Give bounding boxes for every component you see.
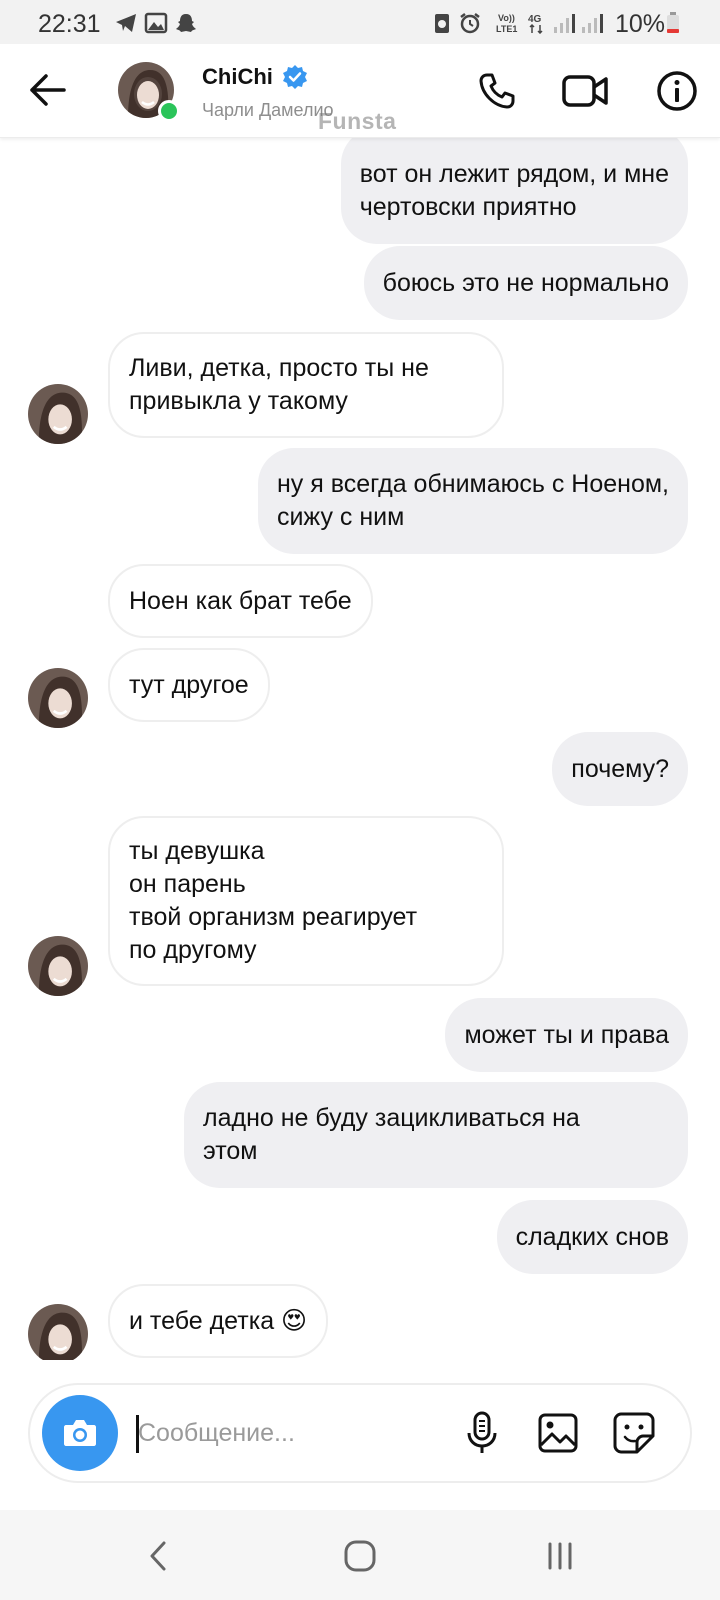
- message-list[interactable]: вот он лежит рядом, и мне чертовски прия…: [0, 138, 720, 1360]
- status-bar: 22:31 Vo)) LTE1 4G 10%: [0, 0, 720, 44]
- telegram-icon: [116, 14, 136, 32]
- camera-icon: [64, 1420, 96, 1446]
- message-bubble-outgoing[interactable]: почему?: [552, 732, 688, 806]
- 4g-icon: 4G: [528, 14, 543, 34]
- gallery-button[interactable]: [536, 1411, 580, 1455]
- message-bubble-outgoing[interactable]: вот он лежит рядом, и мне чертовски прия…: [340, 138, 688, 244]
- sender-avatar: [28, 936, 88, 996]
- signal-icon: [554, 14, 575, 33]
- gallery-icon: [144, 12, 168, 34]
- message-bubble-incoming[interactable]: ты девушка он парень твой организм реаги…: [108, 816, 504, 986]
- sender-avatar: [28, 668, 88, 728]
- voice-call-button[interactable]: [474, 68, 520, 114]
- chat-header: ChiChi Чарли Дамелио Funsta: [0, 44, 720, 138]
- image-icon: [538, 1413, 578, 1453]
- microphone-icon: [467, 1411, 497, 1453]
- nav-recents-button[interactable]: [538, 1534, 582, 1578]
- message-bubble-incoming[interactable]: Ноен как брат тебе: [108, 564, 373, 638]
- snapchat-icon: [176, 14, 196, 32]
- info-button[interactable]: [654, 68, 700, 114]
- signal-icon-2: [582, 14, 603, 33]
- sticker-button[interactable]: [612, 1411, 656, 1455]
- volte-icon: Vo))LTE1: [496, 13, 517, 34]
- message-bubble-outgoing[interactable]: ладно не буду зацикливаться на этом: [184, 1082, 688, 1188]
- battery-percent: 10%: [615, 10, 666, 38]
- sender-avatar: [28, 1304, 88, 1360]
- phone-icon: [479, 73, 515, 109]
- voice-message-button[interactable]: [460, 1411, 504, 1455]
- message-bubble-outgoing[interactable]: боюсь это не нормально: [363, 246, 688, 320]
- system-navigation-bar: [0, 1510, 720, 1600]
- message-bubble-incoming[interactable]: и тебе детка 😍: [108, 1284, 329, 1358]
- svg-text:LTE1: LTE1: [496, 24, 517, 34]
- contact-name[interactable]: ChiChi: [202, 64, 273, 90]
- home-icon: [344, 1540, 376, 1572]
- video-call-button[interactable]: [562, 68, 608, 114]
- camera-button[interactable]: [42, 1395, 118, 1471]
- contact-avatar[interactable]: [118, 62, 180, 122]
- status-time: 22:31: [38, 10, 101, 38]
- nav-back-button[interactable]: [136, 1534, 180, 1578]
- online-status-dot: [158, 100, 180, 122]
- alarm-icon: [460, 13, 480, 34]
- message-bubble-incoming[interactable]: тут другое: [108, 648, 270, 722]
- message-input[interactable]: [138, 1409, 438, 1457]
- message-composer: [28, 1383, 692, 1483]
- message-bubble-outgoing[interactable]: может ты и права: [445, 998, 688, 1072]
- sticker-icon: [613, 1412, 655, 1454]
- nav-home-button[interactable]: [338, 1534, 382, 1578]
- verified-badge-icon: [283, 65, 307, 89]
- svg-text:4G: 4G: [528, 14, 542, 25]
- info-icon: [657, 71, 697, 111]
- svg-text:Vo)): Vo)): [498, 13, 515, 23]
- battery-icon: [667, 12, 679, 33]
- message-bubble-outgoing[interactable]: сладких снов: [496, 1200, 688, 1274]
- back-arrow-icon[interactable]: [28, 72, 66, 108]
- contact-subtitle: Чарли Дамелио: [202, 100, 334, 120]
- data-saver-icon: [435, 14, 449, 33]
- video-camera-icon: [562, 75, 608, 107]
- message-bubble-outgoing[interactable]: ну я всегда обнимаюсь с Ноеном, сижу с н…: [257, 448, 688, 554]
- recents-icon: [548, 1542, 572, 1570]
- watermark: Funsta: [318, 108, 397, 134]
- message-bubble-incoming[interactable]: Ливи, детка, просто ты не привыкла у так…: [108, 332, 504, 438]
- sender-avatar: [28, 384, 88, 444]
- back-nav-icon: [150, 1541, 166, 1571]
